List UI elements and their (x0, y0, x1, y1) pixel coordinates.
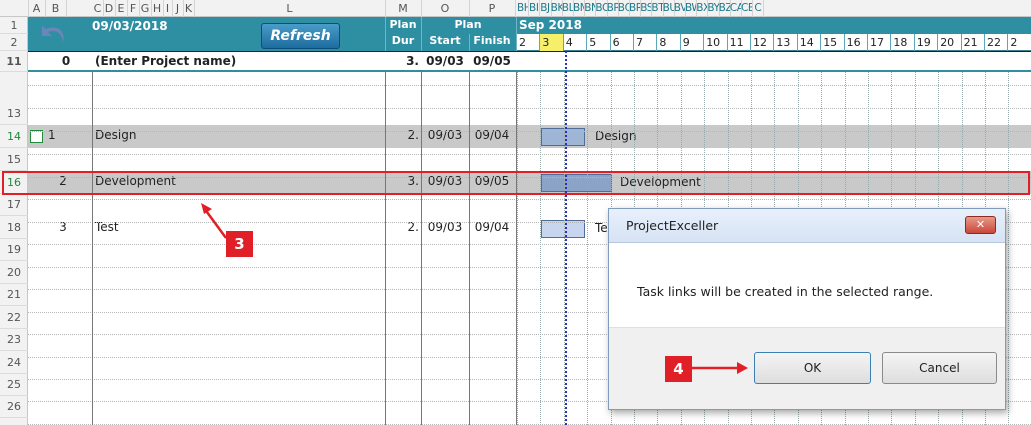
back-arrow-icon[interactable] (36, 22, 72, 48)
gantt-day-number: 4 (564, 34, 588, 51)
gantt-day-number: 15 (821, 34, 845, 51)
finish-label: Finish (473, 34, 511, 47)
row-header[interactable]: 20 (0, 261, 28, 284)
grid-row-line (28, 108, 1031, 109)
row-header[interactable]: 14 (0, 125, 28, 148)
header-date: 09/03/2018 (92, 19, 168, 33)
grid-gantt-line (587, 72, 589, 425)
row-header[interactable]: 17 (0, 194, 28, 216)
gantt-day-number: 10 (704, 34, 728, 51)
grid-row-line (28, 131, 1031, 132)
project-name[interactable]: (Enter Project name) (95, 54, 375, 70)
row-header[interactable]: 1 (0, 17, 28, 34)
gantt-day-number: 2 (517, 34, 541, 51)
grid-row-line (28, 85, 1031, 86)
grid-gantt-line (517, 72, 518, 425)
ok-button[interactable]: OK (754, 352, 871, 384)
today-line (565, 51, 567, 425)
gantt-day-number: 6 (611, 34, 634, 51)
row-header[interactable]: 11 (0, 51, 28, 72)
grid-row-line (28, 199, 1031, 200)
grid-col-line (469, 72, 470, 425)
select-all-corner[interactable] (0, 0, 29, 17)
column-header-bar: A B C D E F G H I J K L M O P BHBIBJBKBL… (0, 0, 1031, 17)
start-label: Start (429, 34, 461, 47)
project-start: 09/03 (426, 54, 464, 68)
gantt-day-number: 9 (681, 34, 705, 51)
row-header[interactable]: 15 (0, 148, 28, 171)
col-header-m[interactable]: M (385, 0, 422, 17)
grid-gantt-line (540, 72, 542, 425)
grid-col-line (385, 72, 386, 425)
header-divider (385, 17, 386, 51)
project-finish: 09/05 (473, 54, 511, 68)
row-header[interactable]: 19 (0, 239, 28, 261)
gantt-day-number: 8 (657, 34, 681, 51)
gantt-day-number: 3 (540, 34, 564, 51)
gantt-day-number: 19 (915, 34, 939, 51)
callout-arrow-4 (692, 358, 752, 378)
gantt-day-number: 18 (891, 34, 915, 51)
col-header-l[interactable]: L (194, 0, 386, 17)
col-header-b[interactable]: B (45, 0, 67, 17)
grid-gantt-line (1008, 72, 1010, 425)
gantt-day-number: 16 (845, 34, 868, 51)
gantt-day-number: 13 (774, 34, 798, 51)
header-divider (421, 17, 422, 51)
plan-dates-label: Plan (454, 18, 482, 31)
gantt-day-number: 21 (962, 34, 985, 51)
refresh-button[interactable]: Refresh (261, 23, 340, 49)
cancel-button[interactable]: Cancel (882, 352, 997, 384)
gantt-day-number: 7 (634, 34, 658, 51)
row-header[interactable]: 23 (0, 329, 28, 351)
gantt-day-number: 2 (1008, 34, 1031, 51)
col-header-p[interactable]: P (469, 0, 516, 17)
gantt-day-number: 17 (868, 34, 892, 51)
gantt-day-number: 22 (985, 34, 1009, 51)
dialog-title: ProjectExceller (626, 218, 719, 233)
header-divider (469, 34, 470, 51)
plan-dur-label-top: Plan (389, 18, 417, 31)
row-header[interactable]: 21 (0, 284, 28, 306)
month-label: Sep 2018 (519, 18, 582, 32)
close-icon[interactable]: ✕ (965, 216, 996, 234)
row-header[interactable]: 18 (0, 216, 28, 239)
row-header[interactable]: 13 (0, 102, 28, 125)
row-header[interactable]: 25 (0, 374, 28, 396)
callout-badge-4: 4 (665, 356, 692, 382)
col-header-a[interactable]: A (28, 0, 46, 17)
gantt-day-number: 20 (938, 34, 962, 51)
grid-row-line (28, 154, 1031, 155)
row-header-bar: 1 2 11 13 14 15 16 17 18 19 20 21 22 23 … (0, 17, 28, 425)
project-number: 0 (61, 54, 71, 68)
project-dur: 3. (406, 54, 419, 68)
callout-badge-3: 3 (226, 231, 253, 257)
row-header[interactable]: 26 (0, 396, 28, 418)
gantt-day-number: 11 (728, 34, 751, 51)
col-header-o[interactable]: O (421, 0, 470, 17)
selection-highlight (2, 171, 1030, 195)
row-header[interactable]: 2 (0, 34, 28, 51)
gantt-day-number: 14 (798, 34, 822, 51)
grid-col-line (92, 72, 93, 425)
grid-col-line (421, 72, 422, 425)
plan-dur-label-bottom: Dur (391, 34, 415, 47)
gantt-day-number: 5 (587, 34, 611, 51)
col-header-gantt[interactable]: C (752, 0, 765, 17)
dialog-message: Task links will be created in the select… (637, 284, 934, 299)
gantt-day-number: 12 (751, 34, 775, 51)
row-header[interactable]: 22 (0, 306, 28, 329)
row-header[interactable]: 24 (0, 351, 28, 374)
